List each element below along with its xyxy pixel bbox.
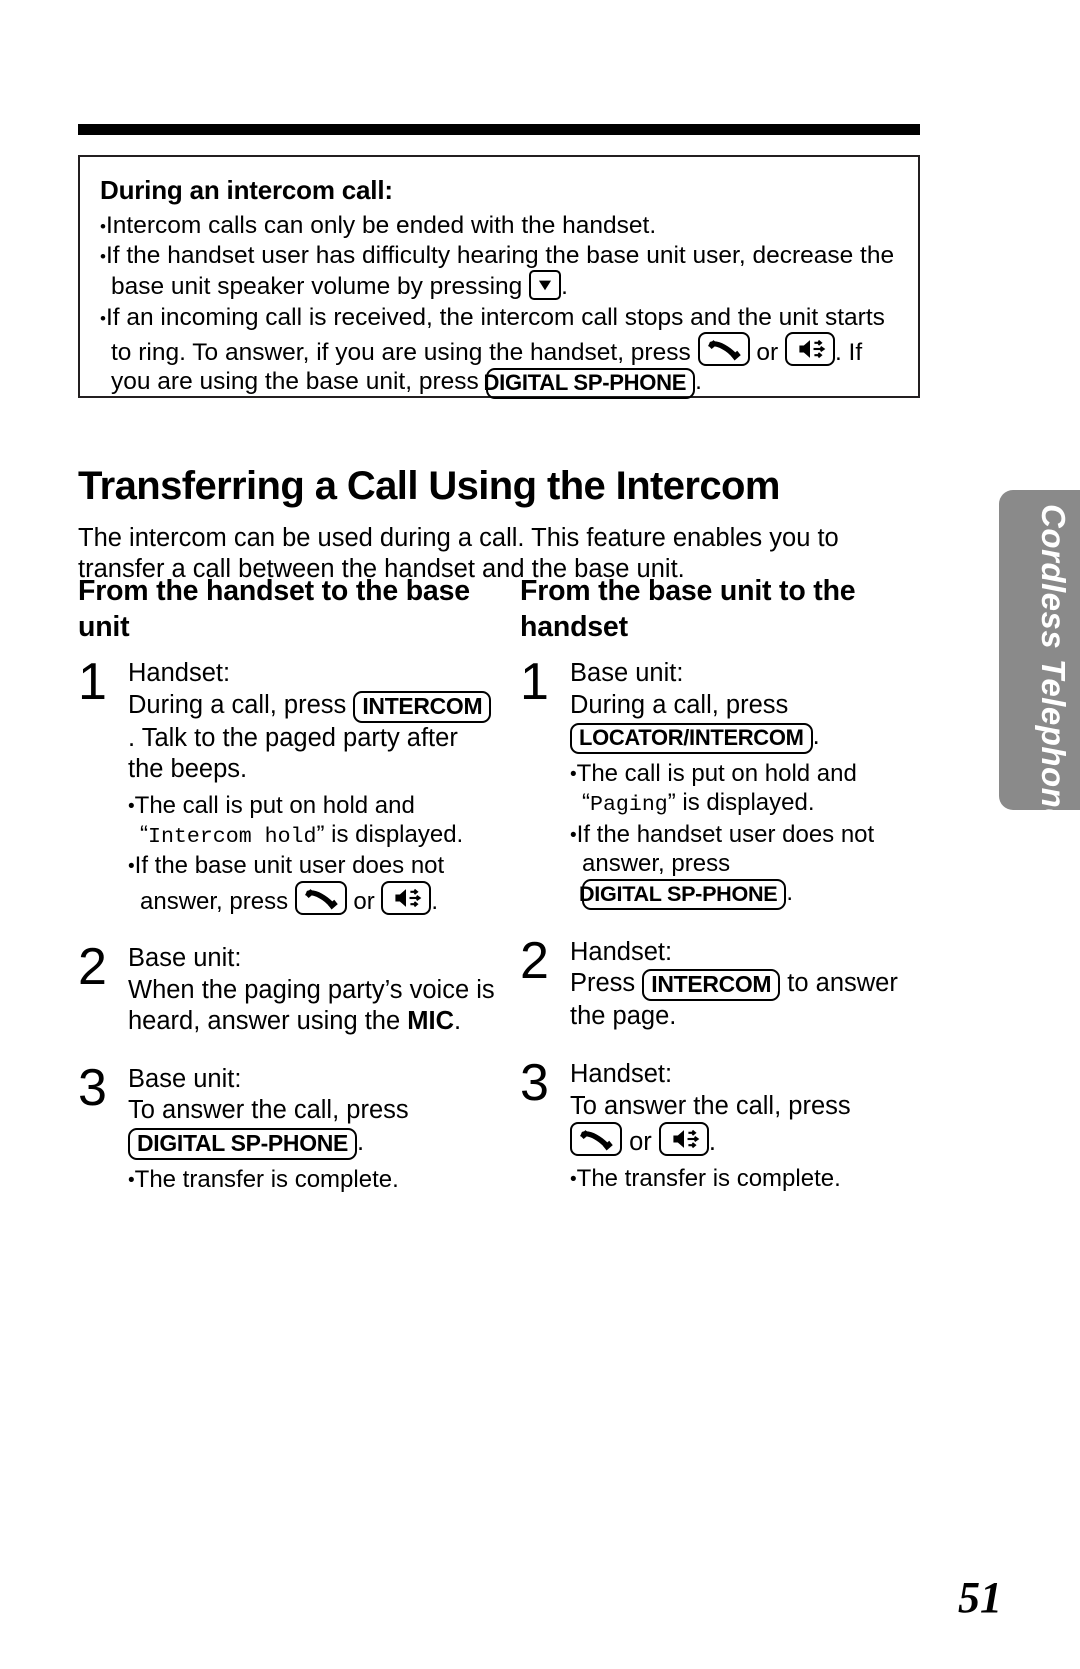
talk-key-icon[interactable] [570, 1122, 622, 1157]
bullet-prefix: The call is put on hold and [576, 760, 857, 788]
bullet-between-icons: or [346, 887, 382, 915]
column-from-handset-to-base-unit: From the handset to the base unit 1 Hand… [78, 573, 498, 1195]
bullet-suffix: . [431, 887, 439, 915]
page-number: 51 [958, 1573, 1002, 1622]
bullet-icon: • [570, 764, 577, 786]
step-number: 2 [78, 937, 107, 996]
bullet-prefix: If the handset user does not answer, pre… [576, 820, 875, 877]
step-right-3-line-2: To answer the call, press [570, 1091, 851, 1120]
step-right-3-icon-line: or . [570, 1122, 940, 1159]
locator-intercom-key[interactable]: LOCATOR/INTERCOM [570, 723, 813, 755]
note-bullet-3-text-b: or [749, 338, 785, 366]
talk-key-icon[interactable] [697, 331, 750, 366]
step-right-1-bullets: •The call is put on hold and “Paging” is… [570, 759, 940, 910]
bullet-icon: • [570, 1168, 577, 1190]
step-right-3-line-1: Handset: [570, 1059, 673, 1088]
step-right-3-after-icons: . [708, 1128, 716, 1157]
note-bullet-3: •If an incoming call is received, the in… [100, 303, 898, 399]
speakerphone-key-icon[interactable] [784, 331, 835, 366]
step-right-3-bullets: •The transfer is complete. [570, 1164, 940, 1193]
step-left-3-bullet-1: •The transfer is complete. [128, 1165, 498, 1194]
note-bullet-3-text-d: . [695, 367, 702, 395]
display-string-paging: Paging [590, 793, 668, 818]
digital-sp-phone-key[interactable]: DIGITAL SP-PHONE [484, 367, 696, 399]
bullet-icon: • [128, 1170, 135, 1192]
step-left-3-key-line: DIGITAL SP-PHONE. [128, 1127, 498, 1161]
bullet-icon: • [128, 856, 135, 878]
step-left-3-line-2: To answer the call, press [128, 1096, 409, 1125]
bullet-suffix: is displayed. [324, 821, 464, 849]
step-left-1-line-2: During a call, press INTERCOM. Talk to t… [128, 690, 498, 786]
step-left-3-line-1: Base unit: [128, 1064, 242, 1093]
step-right-1-bullet-1: •The call is put on hold and “Paging” is… [570, 760, 857, 818]
step-right-2-line-2: Press INTERCOM to answer the page. [570, 968, 940, 1033]
bullet-suffix: . [786, 879, 794, 907]
manual-page: During an intercom call: •Intercom calls… [0, 0, 1080, 1669]
side-tab-cordless-telephone: Cordless Telephone [999, 490, 1080, 828]
intercom-key[interactable]: INTERCOM [353, 690, 492, 723]
digital-sp-phone-key[interactable]: DIGITAL SP-PHONE [579, 879, 787, 910]
step-right-1-key-line: LOCATOR/INTERCOM. [570, 721, 940, 755]
step-left-3-after-key: . [357, 1128, 365, 1157]
step-left-1-after-key: . Talk to the paged party after the beep… [128, 723, 458, 784]
step-right-3-bullet-1: •The transfer is complete. [570, 1164, 940, 1193]
display-string-intercom-hold: Intercom hold [148, 825, 317, 850]
note-box-bullet-list: •Intercom calls can only be ended with t… [100, 211, 898, 399]
note-box: During an intercom call: •Intercom calls… [78, 155, 920, 399]
bullet-prefix: The transfer is complete. [134, 1166, 399, 1194]
step-left-2: 2 Base unit: When the paging party’s voi… [78, 937, 498, 1038]
step-right-3: 3 Handset: To answer the call, press or … [520, 1053, 940, 1194]
volume-down-key-icon[interactable] [529, 270, 562, 301]
step-left-3: 3 Base unit: To answer the call, press D… [78, 1058, 498, 1196]
step-left-1-line-2-text: During a call, press [128, 690, 347, 719]
note-bullet-2: •If the handset user has difficulty hear… [100, 241, 898, 301]
step-left-1-line-1: Handset: [128, 658, 231, 687]
step-right-2-press-prefix: Press [570, 969, 643, 998]
talk-key-icon[interactable] [294, 880, 347, 915]
bullet-suffix: is displayed. [675, 789, 815, 817]
note-bullet-1: •Intercom calls can only be ended with t… [100, 211, 898, 240]
step-left-3-bullets: •The transfer is complete. [128, 1165, 498, 1194]
step-right-1-bullet-2: •If the handset user does not answer, pr… [570, 820, 940, 910]
step-left-1-bullets: •The call is put on hold and “Intercom h… [128, 791, 498, 916]
step-left-2-line-2: When the paging party’s voice is heard, … [128, 975, 498, 1038]
bullet-icon: • [570, 824, 577, 846]
speakerphone-key-icon[interactable] [381, 880, 432, 915]
bullet-prefix: The transfer is complete. [576, 1164, 841, 1192]
note-bullet-2-text: If the handset user has difficulty heari… [105, 242, 895, 301]
step-right-1-line-1: Base unit: [570, 658, 684, 687]
side-tab-label: Cordless Telephone [1035, 504, 1072, 828]
step-number: 2 [520, 931, 549, 990]
step-left-1: 1 Handset: During a call, press INTERCOM… [78, 652, 498, 917]
step-right-2-line-1: Handset: [570, 937, 673, 966]
step-right-1-line-2: During a call, press [570, 690, 789, 719]
page-title: Transferring a Call Using the Intercom [78, 463, 780, 508]
note-box-title: During an intercom call: [100, 175, 393, 205]
step-right-1-after-key: . [812, 722, 820, 751]
step-left-2-period: . [454, 1007, 462, 1036]
note-bullet-2-tail: . [561, 273, 568, 301]
step-left-1-bullet-1: •The call is put on hold and “Intercom h… [128, 791, 464, 850]
step-number: 3 [78, 1058, 107, 1117]
step-left-1-bullet-2: •If the base unit user does not answer, … [128, 851, 498, 916]
header-rule [78, 124, 920, 135]
between-icons-text: or [622, 1128, 659, 1157]
column-right-title: From the base unit to the handset [520, 575, 856, 644]
note-bullet-1-text: Intercom calls can only be ended with th… [105, 212, 657, 240]
mic-label: MIC [407, 1007, 455, 1036]
step-right-2: 2 Handset: Press INTERCOM to answer the … [520, 931, 940, 1033]
bullet-icon: • [128, 795, 135, 817]
column-from-base-unit-to-handset: From the base unit to the handset 1 Base… [520, 573, 940, 1194]
speakerphone-key-icon[interactable] [658, 1122, 709, 1157]
intercom-key[interactable]: INTERCOM [642, 969, 781, 1002]
step-number: 1 [78, 652, 107, 711]
step-left-2-line-1: Base unit: [128, 943, 242, 972]
column-left-title: From the handset to the base unit [78, 575, 470, 644]
step-number: 1 [520, 652, 549, 711]
digital-sp-phone-key[interactable]: DIGITAL SP-PHONE [128, 1128, 357, 1161]
bullet-prefix: The call is put on hold and [134, 791, 415, 819]
step-number: 3 [520, 1053, 549, 1112]
step-right-1: 1 Base unit: During a call, press LOCATO… [520, 652, 940, 911]
